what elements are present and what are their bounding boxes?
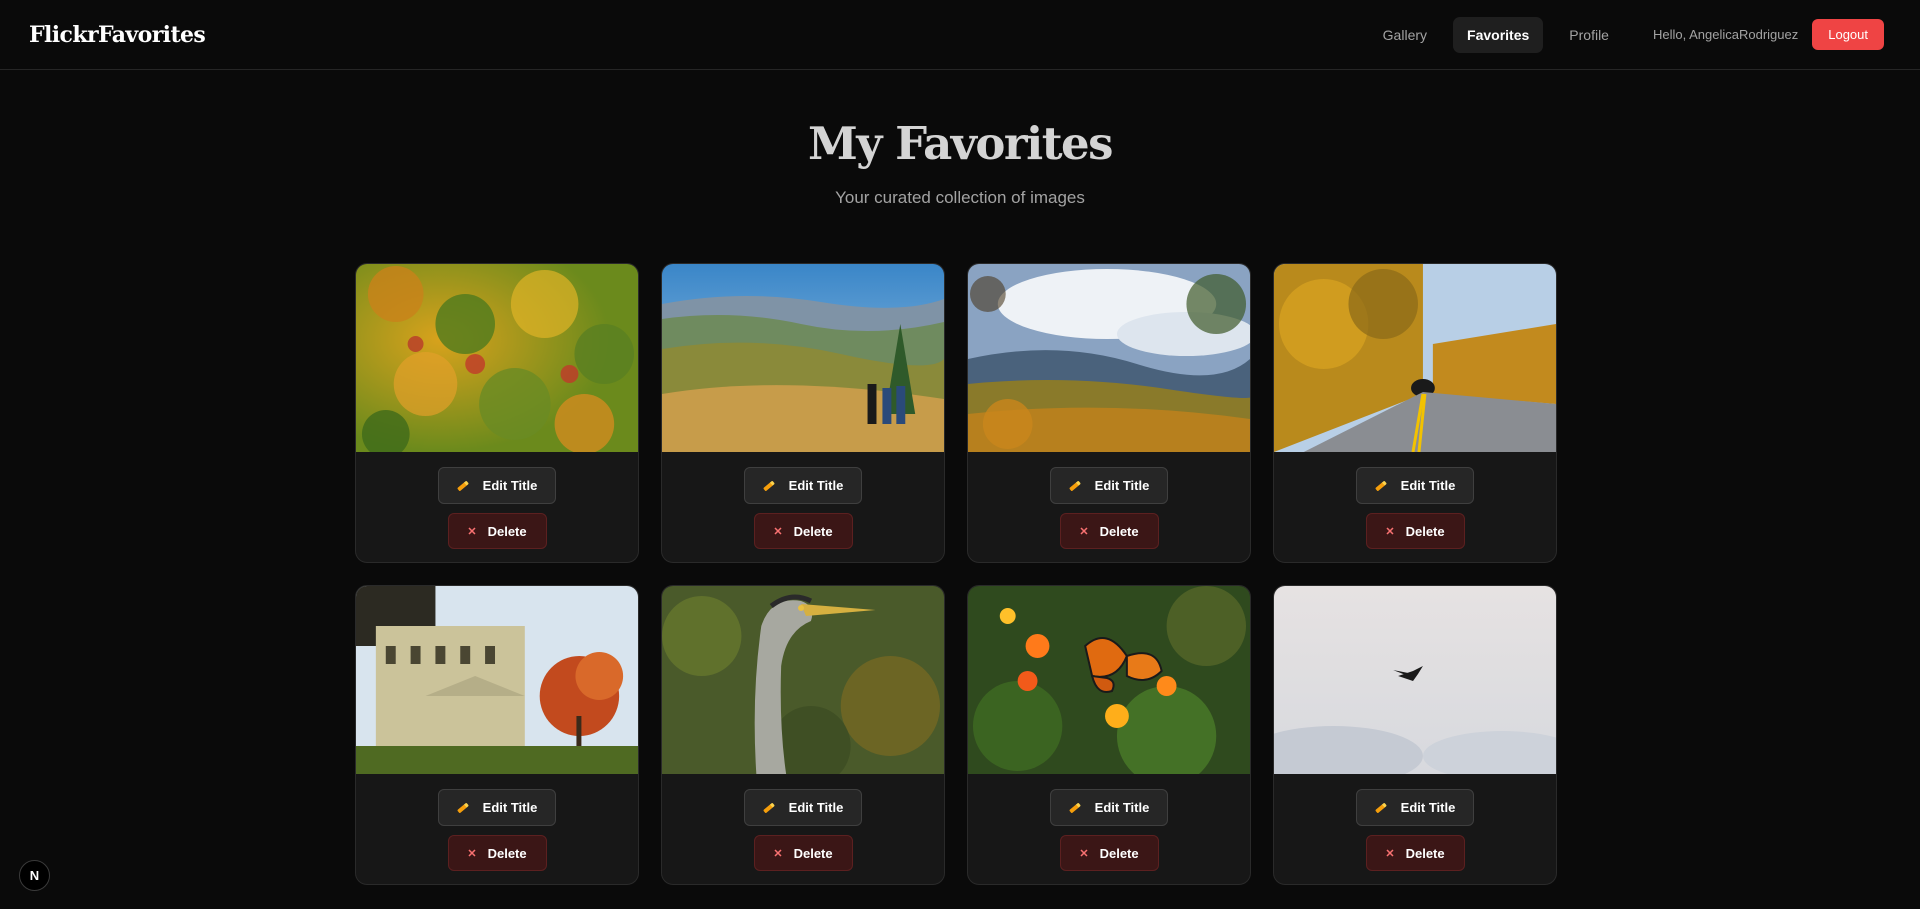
misty-mountain-photo — [968, 264, 1250, 452]
logout-button[interactable]: Logout — [1812, 19, 1884, 50]
card-actions: Edit Title ✕ Delete — [968, 774, 1250, 871]
delete-button[interactable]: ✕ Delete — [753, 835, 853, 871]
favorites-grid: Edit Title ✕ Delete Edit Title ✕ Delete … — [355, 263, 1558, 885]
pencil-icon — [1374, 480, 1387, 491]
close-icon: ✕ — [467, 525, 477, 538]
pencil-icon — [1068, 480, 1081, 491]
dev-tools-badge[interactable]: N — [19, 860, 50, 891]
delete-button[interactable]: ✕ Delete — [753, 513, 853, 549]
favorite-card: Edit Title ✕ Delete — [661, 585, 945, 885]
favorite-card: Edit Title ✕ Delete — [355, 585, 639, 885]
page-title: My Favorites — [808, 117, 1114, 170]
edit-title-label: Edit Title — [482, 478, 538, 493]
favorite-card: Edit Title ✕ Delete — [355, 263, 639, 563]
edit-title-button[interactable]: Edit Title — [1050, 467, 1168, 504]
favorite-image[interactable] — [356, 586, 638, 774]
heron-photo — [662, 586, 944, 774]
card-actions: Edit Title ✕ Delete — [662, 774, 944, 871]
close-icon: ✕ — [773, 525, 783, 538]
edit-title-button[interactable]: Edit Title — [1356, 789, 1474, 826]
edit-title-label: Edit Title — [788, 800, 844, 815]
favorite-image[interactable] — [968, 264, 1250, 452]
favorite-image[interactable] — [662, 264, 944, 452]
delete-label: Delete — [1099, 845, 1139, 861]
favorite-image[interactable] — [968, 586, 1250, 774]
monarch-butterfly-photo — [968, 586, 1250, 774]
pencil-icon — [1374, 802, 1387, 813]
delete-label: Delete — [1099, 523, 1139, 539]
favorite-card: Edit Title ✕ Delete — [661, 263, 945, 563]
close-icon: ✕ — [1385, 847, 1395, 860]
favorite-card: Edit Title ✕ Delete — [1273, 263, 1557, 563]
delete-button[interactable]: ✕ Delete — [1059, 513, 1159, 549]
delete-button[interactable]: ✕ Delete — [1365, 835, 1465, 871]
autumn-forest-canopy-photo — [356, 264, 638, 452]
close-icon: ✕ — [1385, 525, 1395, 538]
page-subtitle: Your curated collection of images — [835, 188, 1085, 207]
favorite-card: Edit Title ✕ Delete — [967, 585, 1251, 885]
edit-title-label: Edit Title — [788, 478, 844, 493]
favorite-image[interactable] — [1274, 264, 1556, 452]
delete-label: Delete — [1405, 523, 1445, 539]
close-icon: ✕ — [1079, 525, 1089, 538]
top-navbar: FlickrFavorites Gallery Favorites Profil… — [0, 0, 1920, 70]
user-greeting: Hello, AngelicaRodriguez — [1652, 27, 1799, 42]
edit-title-button[interactable]: Edit Title — [438, 789, 556, 826]
nav-menu: Gallery Favorites Profile Hello, Angelic… — [1357, 16, 1884, 53]
card-actions: Edit Title ✕ Delete — [356, 452, 638, 549]
edit-title-button[interactable]: Edit Title — [438, 467, 556, 504]
card-actions: Edit Title ✕ Delete — [1274, 452, 1556, 549]
card-actions: Edit Title ✕ Delete — [1274, 774, 1556, 871]
bird-in-sky-photo — [1274, 586, 1556, 774]
edit-title-label: Edit Title — [482, 800, 538, 815]
pencil-icon — [1068, 802, 1081, 813]
road-tunnel-photo — [1274, 264, 1556, 452]
delete-button[interactable]: ✕ Delete — [447, 513, 547, 549]
edit-title-button[interactable]: Edit Title — [1356, 467, 1474, 504]
delete-button[interactable]: ✕ Delete — [1059, 835, 1159, 871]
nav-gallery[interactable]: Gallery — [1369, 17, 1441, 53]
nav-favorites[interactable]: Favorites — [1453, 16, 1544, 53]
historic-building-photo — [356, 586, 638, 774]
pencil-icon — [762, 480, 775, 491]
edit-title-label: Edit Title — [1400, 800, 1456, 815]
favorite-card: Edit Title ✕ Delete — [1273, 585, 1557, 885]
edit-title-label: Edit Title — [1094, 800, 1150, 815]
nav-profile[interactable]: Profile — [1555, 17, 1623, 53]
edit-title-button[interactable]: Edit Title — [744, 789, 862, 826]
close-icon: ✕ — [467, 847, 477, 860]
delete-label: Delete — [793, 523, 833, 539]
brand-logo[interactable]: FlickrFavorites — [29, 22, 206, 48]
favorite-image[interactable] — [356, 264, 638, 452]
edit-title-button[interactable]: Edit Title — [744, 467, 862, 504]
delete-button[interactable]: ✕ Delete — [447, 835, 547, 871]
edit-title-label: Edit Title — [1094, 478, 1150, 493]
favorite-card: Edit Title ✕ Delete — [967, 263, 1251, 563]
mountain-overlook-photo — [662, 264, 944, 452]
card-actions: Edit Title ✕ Delete — [356, 774, 638, 871]
pencil-icon — [456, 802, 469, 813]
pencil-icon — [762, 802, 775, 813]
close-icon: ✕ — [1079, 847, 1089, 860]
delete-label: Delete — [487, 523, 527, 539]
delete-button[interactable]: ✕ Delete — [1365, 513, 1465, 549]
favorite-image[interactable] — [1274, 586, 1556, 774]
card-actions: Edit Title ✕ Delete — [662, 452, 944, 549]
edit-title-label: Edit Title — [1400, 478, 1456, 493]
edit-title-button[interactable]: Edit Title — [1050, 789, 1168, 826]
close-icon: ✕ — [773, 847, 783, 860]
page-hero: My Favorites Your curated collection of … — [0, 121, 1920, 208]
delete-label: Delete — [793, 845, 833, 861]
delete-label: Delete — [487, 845, 527, 861]
pencil-icon — [456, 480, 469, 491]
delete-label: Delete — [1405, 845, 1445, 861]
card-actions: Edit Title ✕ Delete — [968, 452, 1250, 549]
favorite-image[interactable] — [662, 586, 944, 774]
